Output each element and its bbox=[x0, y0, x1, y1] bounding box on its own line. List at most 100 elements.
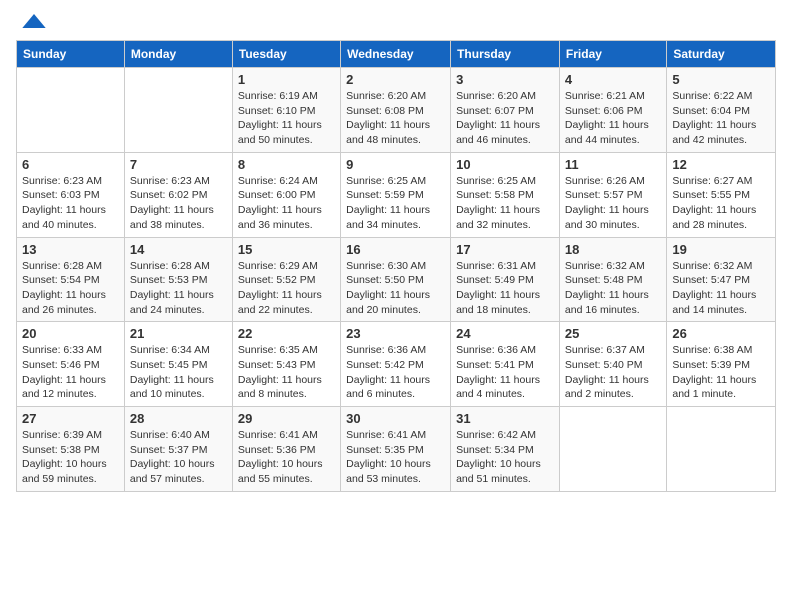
logo-arrow-icon bbox=[20, 14, 48, 28]
day-number: 26 bbox=[672, 326, 770, 341]
calendar-week-1: 1 Sunrise: 6:19 AMSunset: 6:10 PMDaylight… bbox=[17, 68, 776, 153]
day-number: 5 bbox=[672, 72, 770, 87]
calendar-cell: 26 Sunrise: 6:38 AMSunset: 5:39 PMDayligh… bbox=[667, 322, 776, 407]
day-number: 14 bbox=[130, 242, 227, 257]
day-info: Sunrise: 6:20 AMSunset: 6:08 PMDaylight:… bbox=[346, 89, 445, 148]
day-info: Sunrise: 6:28 AMSunset: 5:54 PMDaylight:… bbox=[22, 259, 119, 318]
calendar-cell: 28 Sunrise: 6:40 AMSunset: 5:37 PMDayligh… bbox=[124, 407, 232, 492]
weekday-friday: Friday bbox=[559, 41, 666, 68]
calendar-cell: 10 Sunrise: 6:25 AMSunset: 5:58 PMDayligh… bbox=[451, 152, 560, 237]
calendar-cell: 27Sunrise: 6:39 AMSunset: 5:38 PMDayligh… bbox=[17, 407, 125, 492]
logo bbox=[16, 16, 48, 28]
calendar-cell: 14 Sunrise: 6:28 AMSunset: 5:53 PMDayligh… bbox=[124, 237, 232, 322]
calendar-week-2: 6Sunrise: 6:23 AMSunset: 6:03 PMDaylight… bbox=[17, 152, 776, 237]
day-info: Sunrise: 6:36 AMSunset: 5:42 PMDaylight:… bbox=[346, 343, 445, 402]
day-info: Sunrise: 6:32 AMSunset: 5:47 PMDaylight:… bbox=[672, 259, 770, 318]
calendar-cell bbox=[124, 68, 232, 153]
day-number: 6 bbox=[22, 157, 119, 172]
day-number: 24 bbox=[456, 326, 554, 341]
calendar-week-4: 20Sunrise: 6:33 AMSunset: 5:46 PMDayligh… bbox=[17, 322, 776, 407]
day-number: 11 bbox=[565, 157, 661, 172]
day-info: Sunrise: 6:34 AMSunset: 5:45 PMDaylight:… bbox=[130, 343, 227, 402]
calendar-cell: 22 Sunrise: 6:35 AMSunset: 5:43 PMDayligh… bbox=[232, 322, 340, 407]
calendar-body: 1 Sunrise: 6:19 AMSunset: 6:10 PMDaylight… bbox=[17, 68, 776, 492]
day-number: 17 bbox=[456, 242, 554, 257]
day-info: Sunrise: 6:42 AMSunset: 5:34 PMDaylight:… bbox=[456, 428, 554, 487]
day-number: 12 bbox=[672, 157, 770, 172]
weekday-header-row: SundayMondayTuesdayWednesdayThursdayFrid… bbox=[17, 41, 776, 68]
calendar-cell: 30 Sunrise: 6:41 AMSunset: 5:35 PMDayligh… bbox=[341, 407, 451, 492]
calendar-cell: 5 Sunrise: 6:22 AMSunset: 6:04 PMDaylight… bbox=[667, 68, 776, 153]
calendar-cell: 31 Sunrise: 6:42 AMSunset: 5:34 PMDayligh… bbox=[451, 407, 560, 492]
calendar-cell: 25Sunrise: 6:37 AMSunset: 5:40 PMDayligh… bbox=[559, 322, 666, 407]
calendar-cell: 18 Sunrise: 6:32 AMSunset: 5:48 PMDayligh… bbox=[559, 237, 666, 322]
calendar-cell: 17Sunrise: 6:31 AMSunset: 5:49 PMDayligh… bbox=[451, 237, 560, 322]
day-info: Sunrise: 6:28 AMSunset: 5:53 PMDaylight:… bbox=[130, 259, 227, 318]
day-number: 7 bbox=[130, 157, 227, 172]
day-info: Sunrise: 6:38 AMSunset: 5:39 PMDaylight:… bbox=[672, 343, 770, 402]
calendar-week-3: 13 Sunrise: 6:28 AMSunset: 5:54 PMDayligh… bbox=[17, 237, 776, 322]
weekday-sunday: Sunday bbox=[17, 41, 125, 68]
day-number: 28 bbox=[130, 411, 227, 426]
calendar-week-5: 27Sunrise: 6:39 AMSunset: 5:38 PMDayligh… bbox=[17, 407, 776, 492]
calendar-cell bbox=[667, 407, 776, 492]
calendar-cell: 4 Sunrise: 6:21 AMSunset: 6:06 PMDaylight… bbox=[559, 68, 666, 153]
calendar-cell bbox=[17, 68, 125, 153]
day-number: 1 bbox=[238, 72, 335, 87]
day-number: 27 bbox=[22, 411, 119, 426]
day-info: Sunrise: 6:36 AMSunset: 5:41 PMDaylight:… bbox=[456, 343, 554, 402]
day-number: 4 bbox=[565, 72, 661, 87]
day-info: Sunrise: 6:21 AMSunset: 6:06 PMDaylight:… bbox=[565, 89, 661, 148]
day-number: 20 bbox=[22, 326, 119, 341]
day-info: Sunrise: 6:20 AMSunset: 6:07 PMDaylight:… bbox=[456, 89, 554, 148]
day-info: Sunrise: 6:41 AMSunset: 5:36 PMDaylight:… bbox=[238, 428, 335, 487]
calendar-cell: 12 Sunrise: 6:27 AMSunset: 5:55 PMDayligh… bbox=[667, 152, 776, 237]
day-number: 10 bbox=[456, 157, 554, 172]
calendar-cell bbox=[559, 407, 666, 492]
day-number: 31 bbox=[456, 411, 554, 426]
weekday-thursday: Thursday bbox=[451, 41, 560, 68]
calendar-cell: 2Sunrise: 6:20 AMSunset: 6:08 PMDaylight… bbox=[341, 68, 451, 153]
day-info: Sunrise: 6:22 AMSunset: 6:04 PMDaylight:… bbox=[672, 89, 770, 148]
day-info: Sunrise: 6:25 AMSunset: 5:59 PMDaylight:… bbox=[346, 174, 445, 233]
calendar-cell: 24 Sunrise: 6:36 AMSunset: 5:41 PMDayligh… bbox=[451, 322, 560, 407]
weekday-tuesday: Tuesday bbox=[232, 41, 340, 68]
calendar-cell: 11Sunrise: 6:26 AMSunset: 5:57 PMDayligh… bbox=[559, 152, 666, 237]
day-info: Sunrise: 6:24 AMSunset: 6:00 PMDaylight:… bbox=[238, 174, 335, 233]
calendar-cell: 6Sunrise: 6:23 AMSunset: 6:03 PMDaylight… bbox=[17, 152, 125, 237]
calendar-cell: 15 Sunrise: 6:29 AMSunset: 5:52 PMDayligh… bbox=[232, 237, 340, 322]
day-info: Sunrise: 6:35 AMSunset: 5:43 PMDaylight:… bbox=[238, 343, 335, 402]
day-info: Sunrise: 6:41 AMSunset: 5:35 PMDaylight:… bbox=[346, 428, 445, 487]
day-number: 9 bbox=[346, 157, 445, 172]
day-info: Sunrise: 6:27 AMSunset: 5:55 PMDaylight:… bbox=[672, 174, 770, 233]
day-number: 23 bbox=[346, 326, 445, 341]
calendar-cell: 13 Sunrise: 6:28 AMSunset: 5:54 PMDayligh… bbox=[17, 237, 125, 322]
calendar-cell: 23 Sunrise: 6:36 AMSunset: 5:42 PMDayligh… bbox=[341, 322, 451, 407]
day-number: 30 bbox=[346, 411, 445, 426]
day-number: 19 bbox=[672, 242, 770, 257]
day-number: 15 bbox=[238, 242, 335, 257]
calendar-cell: 19 Sunrise: 6:32 AMSunset: 5:47 PMDayligh… bbox=[667, 237, 776, 322]
day-number: 22 bbox=[238, 326, 335, 341]
day-number: 8 bbox=[238, 157, 335, 172]
day-number: 18 bbox=[565, 242, 661, 257]
day-info: Sunrise: 6:19 AMSunset: 6:10 PMDaylight:… bbox=[238, 89, 335, 148]
day-info: Sunrise: 6:30 AMSunset: 5:50 PMDaylight:… bbox=[346, 259, 445, 318]
calendar-cell: 7 Sunrise: 6:23 AMSunset: 6:02 PMDaylight… bbox=[124, 152, 232, 237]
calendar-cell: 29Sunrise: 6:41 AMSunset: 5:36 PMDayligh… bbox=[232, 407, 340, 492]
day-info: Sunrise: 6:23 AMSunset: 6:02 PMDaylight:… bbox=[130, 174, 227, 233]
calendar-cell: 16 Sunrise: 6:30 AMSunset: 5:50 PMDayligh… bbox=[341, 237, 451, 322]
calendar-cell: 8 Sunrise: 6:24 AMSunset: 6:00 PMDaylight… bbox=[232, 152, 340, 237]
calendar-cell: 21 Sunrise: 6:34 AMSunset: 5:45 PMDayligh… bbox=[124, 322, 232, 407]
day-info: Sunrise: 6:37 AMSunset: 5:40 PMDaylight:… bbox=[565, 343, 661, 402]
day-number: 21 bbox=[130, 326, 227, 341]
day-info: Sunrise: 6:25 AMSunset: 5:58 PMDaylight:… bbox=[456, 174, 554, 233]
day-number: 3 bbox=[456, 72, 554, 87]
day-info: Sunrise: 6:40 AMSunset: 5:37 PMDaylight:… bbox=[130, 428, 227, 487]
day-info: Sunrise: 6:29 AMSunset: 5:52 PMDaylight:… bbox=[238, 259, 335, 318]
day-info: Sunrise: 6:32 AMSunset: 5:48 PMDaylight:… bbox=[565, 259, 661, 318]
weekday-monday: Monday bbox=[124, 41, 232, 68]
day-number: 16 bbox=[346, 242, 445, 257]
calendar-cell: 3 Sunrise: 6:20 AMSunset: 6:07 PMDaylight… bbox=[451, 68, 560, 153]
day-number: 13 bbox=[22, 242, 119, 257]
